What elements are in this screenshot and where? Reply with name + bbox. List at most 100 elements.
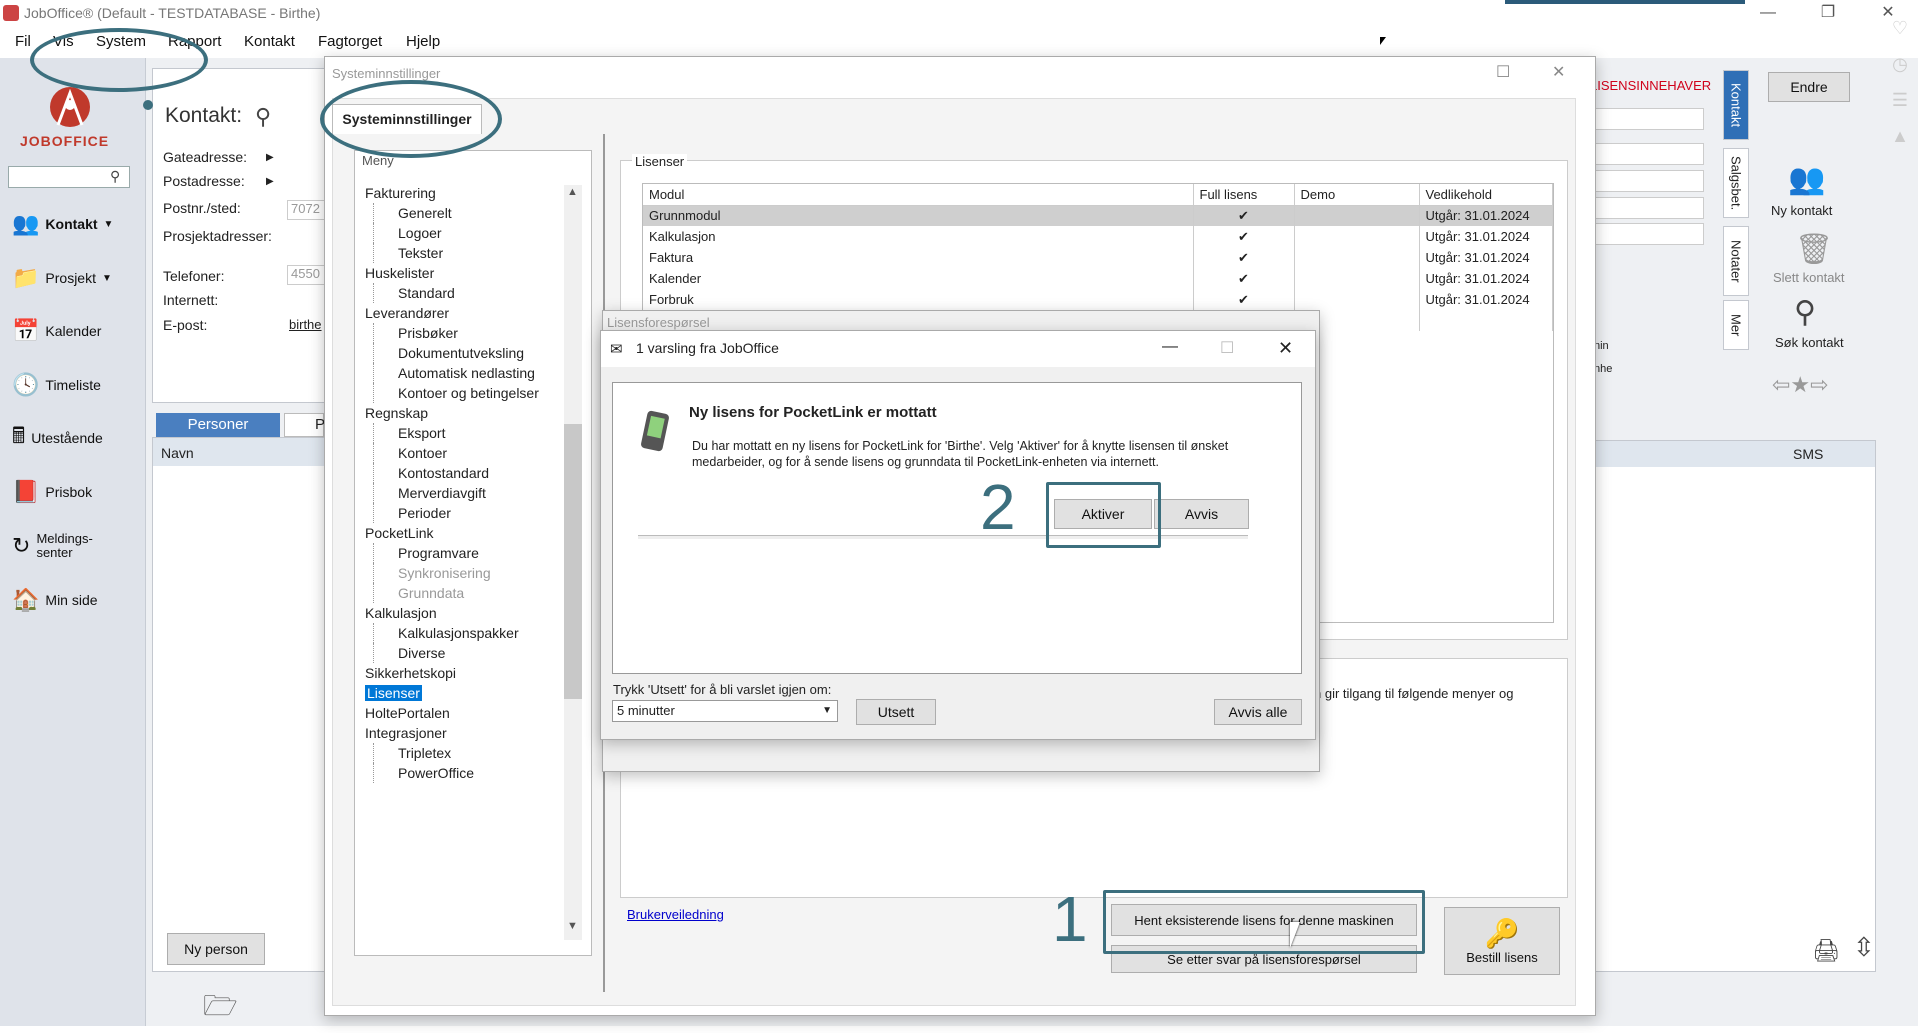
- tree-item[interactable]: Eksport: [373, 423, 565, 443]
- tree-item[interactable]: Perioder: [373, 503, 565, 523]
- tree-item[interactable]: Regnskap: [365, 403, 565, 423]
- expand-arrow-icon[interactable]: ▶: [266, 176, 274, 187]
- tree-item[interactable]: Synkronisering: [373, 563, 565, 583]
- delete-contact-label[interactable]: Slett kontakt: [1773, 270, 1845, 285]
- settings-maximize-button[interactable]: ☐: [1496, 62, 1510, 82]
- tree-item[interactable]: PowerOffice: [373, 763, 565, 783]
- tree-item[interactable]: Kontoer: [373, 443, 565, 463]
- expand-arrow-icon[interactable]: ▶: [266, 152, 274, 163]
- contact-field[interactable]: [1594, 223, 1704, 245]
- keys-icon: 🔑: [1484, 918, 1520, 949]
- tree-item[interactable]: Grunndata: [373, 583, 565, 603]
- tree-item[interactable]: Kalkulasjonspakker: [373, 623, 565, 643]
- notification-close-button[interactable]: ✕: [1278, 338, 1293, 359]
- tree-item[interactable]: Dokumentutveksling: [373, 343, 565, 363]
- tree-item[interactable]: Logoer: [373, 223, 565, 243]
- tree-item[interactable]: Lisenser: [365, 683, 565, 703]
- tree-item-label: Tripletex: [398, 745, 452, 761]
- tree-item[interactable]: Tekster: [373, 243, 565, 263]
- postnr-field[interactable]: 7072: [287, 200, 327, 220]
- tree-item[interactable]: Integrasjoner: [365, 723, 565, 743]
- tree-item[interactable]: Generelt: [373, 203, 565, 223]
- email-link[interactable]: birthe: [289, 317, 322, 332]
- contact-dropdown[interactable]: [1594, 143, 1704, 165]
- minimize-button[interactable]: —: [1745, 2, 1791, 26]
- tree-item[interactable]: Huskelister: [365, 263, 565, 283]
- tree-item[interactable]: Leverandører: [365, 303, 565, 323]
- tree-item[interactable]: Programvare: [373, 543, 565, 563]
- settings-close-button[interactable]: ✕: [1552, 62, 1565, 82]
- help-link[interactable]: Brukerveiledning: [627, 907, 724, 922]
- tree-item[interactable]: HoltePortalen: [365, 703, 565, 723]
- menu-fagtorget[interactable]: Fagtorget: [318, 33, 382, 50]
- table-row[interactable]: Grunnmodul ✔ Utgår: 31.01.2024: [643, 205, 1553, 226]
- new-person-button[interactable]: Ny person: [167, 933, 265, 965]
- order-license-button[interactable]: 🔑 Bestill lisens: [1444, 907, 1560, 975]
- nav-min-side[interactable]: 🏠 Min side: [12, 580, 142, 620]
- menu-fil[interactable]: Fil: [15, 33, 31, 50]
- reject-all-button[interactable]: Avvis alle: [1214, 699, 1302, 725]
- search-contact-label[interactable]: Søk kontakt: [1775, 335, 1844, 350]
- contact-search-icon[interactable]: ⚲: [255, 104, 271, 130]
- cell-full: ✔: [1193, 226, 1295, 247]
- book-icon: 📕: [12, 479, 40, 504]
- tree-item-label: Standard: [398, 285, 455, 301]
- table-row[interactable]: Kalkulasjon ✔ Utgår: 31.01.2024: [643, 226, 1553, 247]
- table-row[interactable]: Faktura ✔ Utgår: 31.01.2024: [643, 247, 1553, 268]
- menu-hjelp[interactable]: Hjelp: [406, 33, 440, 50]
- table-row[interactable]: Kalender ✔ Utgår: 31.01.2024: [643, 268, 1553, 289]
- new-contact-label[interactable]: Ny kontakt: [1771, 203, 1832, 218]
- restore-button[interactable]: ❐: [1805, 2, 1851, 26]
- tree-item[interactable]: Kontostandard: [373, 463, 565, 483]
- nav-kalender[interactable]: 📅 Kalender: [12, 311, 142, 351]
- tree-item[interactable]: Kontoer og betingelser: [373, 383, 565, 403]
- nav-meldingssenter[interactable]: ↻ Meldings- senter: [12, 526, 142, 566]
- tree-scrollbar-thumb[interactable]: [564, 424, 582, 699]
- field-label: Gateadresse:: [163, 149, 248, 165]
- tree-item[interactable]: Kalkulasjon: [365, 603, 565, 623]
- tree-item[interactable]: Automatisk nedlasting: [373, 363, 565, 383]
- search-contact-icon[interactable]: ⚲: [1794, 295, 1816, 330]
- reject-button[interactable]: Avvis: [1154, 499, 1249, 529]
- navigation-arrows-icon[interactable]: ⇦★⇨: [1772, 372, 1829, 398]
- table-row[interactable]: Forbruk ✔ Utgår: 31.01.2024: [643, 289, 1553, 310]
- nav-prisbok[interactable]: 📕 Prisbok: [12, 472, 142, 512]
- tree-item[interactable]: Merverdiavgift: [373, 483, 565, 503]
- contact-dropdown[interactable]: [1594, 170, 1704, 192]
- add-contact-icon[interactable]: 👥: [1788, 162, 1825, 197]
- nav-timeliste[interactable]: 🕓 Timeliste: [12, 365, 142, 405]
- nav-prosjekt[interactable]: 📁 Prosjekt ▼: [12, 258, 142, 298]
- side-tab-mer[interactable]: Mer: [1723, 300, 1749, 350]
- sort-arrows-icon[interactable]: ⇳: [1853, 932, 1875, 963]
- tree-item[interactable]: Tripletex: [373, 743, 565, 763]
- scroll-down-icon[interactable]: ▼: [567, 920, 578, 932]
- snooze-select[interactable]: 5 minutter ▼: [612, 700, 838, 722]
- tab-p[interactable]: P: [284, 413, 325, 437]
- contact-field[interactable]: [1594, 108, 1704, 130]
- notification-minimize-button[interactable]: —: [1162, 338, 1178, 356]
- side-tab-notater[interactable]: Notater: [1723, 226, 1749, 296]
- side-tab-salgsbet[interactable]: Salgsbet.: [1723, 148, 1749, 218]
- nav-kontakt[interactable]: 👥 Kontakt ▼: [12, 204, 142, 244]
- cell-demo: [1294, 268, 1420, 289]
- contact-field[interactable]: [1594, 197, 1704, 219]
- tree-item[interactable]: Prisbøker: [373, 323, 565, 343]
- title-accent-bar: [1505, 0, 1745, 4]
- tree-item[interactable]: Diverse: [373, 643, 565, 663]
- folder-add-icon[interactable]: 🗁: [203, 985, 238, 1033]
- snooze-button[interactable]: Utsett: [856, 699, 936, 725]
- trash-icon[interactable]: 🗑: [1795, 232, 1833, 267]
- edit-button[interactable]: Endre: [1768, 72, 1850, 102]
- tree-item[interactable]: Fakturering: [365, 183, 565, 203]
- side-tab-kontakt[interactable]: Kontakt: [1723, 70, 1749, 140]
- tree-item[interactable]: Sikkerhetskopi: [365, 663, 565, 683]
- print-icon[interactable]: 🖨: [1812, 938, 1840, 964]
- tree-item[interactable]: Standard: [373, 283, 565, 303]
- menu-kontakt[interactable]: Kontakt: [244, 33, 295, 50]
- search-icon[interactable]: ⚲: [110, 168, 120, 185]
- nav-utestaende[interactable]: 🖩 Utestående: [12, 418, 142, 458]
- tree-item[interactable]: PocketLink: [365, 523, 565, 543]
- scroll-up-icon[interactable]: ▲: [567, 186, 578, 198]
- phone-field[interactable]: 4550: [287, 265, 327, 285]
- tab-personer[interactable]: Personer: [156, 413, 280, 437]
